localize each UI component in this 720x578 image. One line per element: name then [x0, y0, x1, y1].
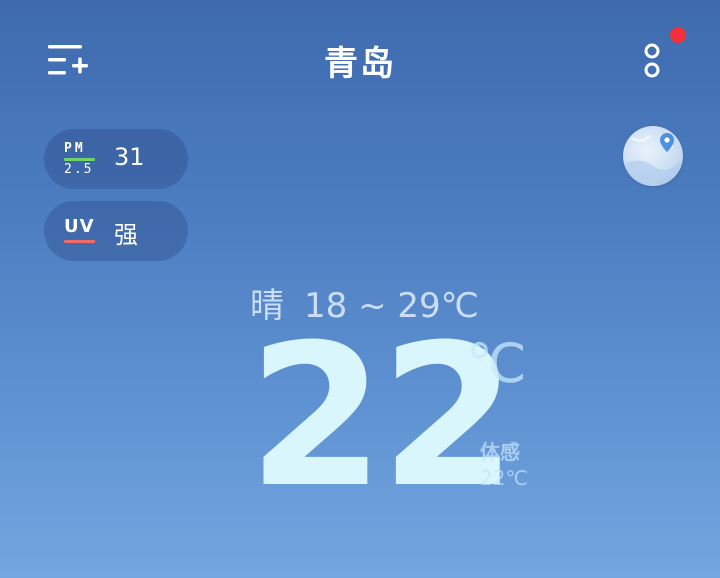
map-location-icon	[623, 126, 683, 186]
air-quality-pill[interactable]: PM 2.5 31	[44, 129, 188, 189]
feels-like-label: 体感	[480, 440, 520, 464]
pm25-icon: PM 2.5	[64, 141, 96, 177]
uv-value: 强	[114, 221, 138, 249]
uv-index-pill[interactable]: UV 强	[44, 201, 188, 261]
temperature-unit: ℃	[466, 332, 527, 395]
pm-underline	[64, 158, 95, 161]
uv-label: UV	[64, 216, 95, 237]
pm-label-top: PM	[64, 141, 86, 156]
uv-icon: UV	[64, 217, 96, 247]
map-button[interactable]	[623, 126, 683, 186]
city-title: 青岛	[324, 44, 396, 84]
more-options-button[interactable]	[636, 38, 686, 84]
uv-underline	[64, 240, 95, 243]
feels-like-value: 22℃	[480, 466, 528, 490]
notification-dot	[670, 27, 686, 43]
more-vertical-icon	[636, 43, 686, 88]
pm25-value: 31	[114, 143, 145, 171]
pm-label-bottom: 2.5	[64, 162, 94, 177]
